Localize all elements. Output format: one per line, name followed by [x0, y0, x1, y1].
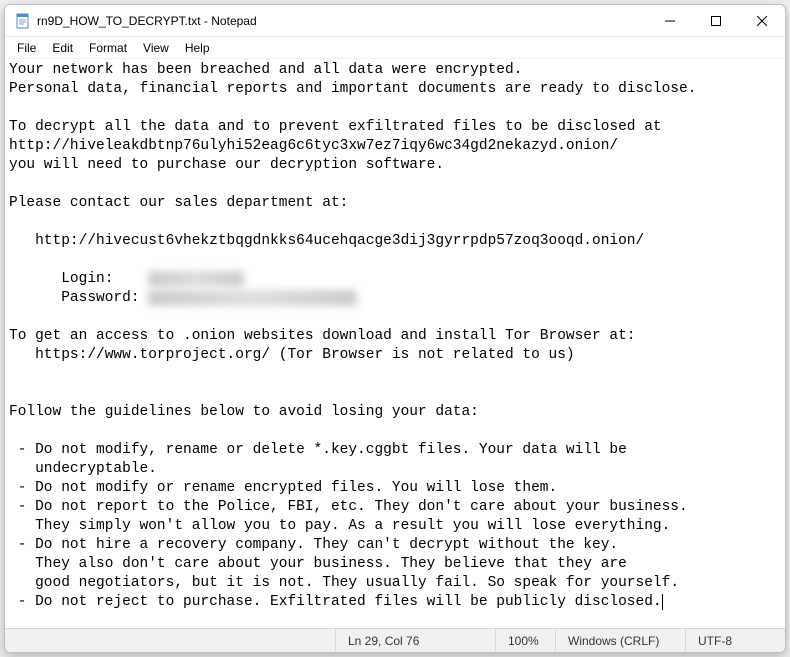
password-redacted: xxxxxxxxxxxxxxxxxxxxxxxx	[148, 290, 357, 306]
status-zoom[interactable]: 100%	[495, 629, 555, 652]
text-caret	[662, 594, 663, 610]
editor-area: pcrisk.com Your network has been breache…	[5, 59, 785, 628]
titlebar[interactable]: rn9D_HOW_TO_DECRYPT.txt - Notepad	[5, 5, 785, 37]
status-lineending: Windows (CRLF)	[555, 629, 685, 652]
notepad-window: rn9D_HOW_TO_DECRYPT.txt - Notepad File E…	[4, 4, 786, 653]
menubar: File Edit Format View Help	[5, 37, 785, 59]
statusbar: Ln 29, Col 76 100% Windows (CRLF) UTF-8	[5, 628, 785, 652]
menu-format[interactable]: Format	[81, 39, 135, 57]
status-encoding: UTF-8	[685, 629, 785, 652]
login-redacted: xxxxxxxxxxx	[148, 271, 244, 287]
notepad-icon	[15, 13, 31, 29]
menu-file[interactable]: File	[9, 39, 44, 57]
menu-view[interactable]: View	[135, 39, 177, 57]
menu-edit[interactable]: Edit	[44, 39, 81, 57]
text-editor[interactable]: Your network has been breached and all d…	[5, 59, 785, 628]
minimize-button[interactable]	[647, 5, 693, 37]
menu-help[interactable]: Help	[177, 39, 218, 57]
close-button[interactable]	[739, 5, 785, 37]
window-title: rn9D_HOW_TO_DECRYPT.txt - Notepad	[37, 14, 647, 28]
status-spacer	[5, 629, 335, 652]
maximize-button[interactable]	[693, 5, 739, 37]
status-position: Ln 29, Col 76	[335, 629, 495, 652]
window-controls	[647, 5, 785, 36]
